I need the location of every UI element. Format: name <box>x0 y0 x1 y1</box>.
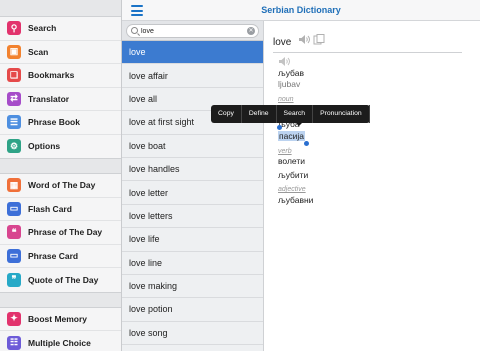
sidebar-item-search[interactable]: ⚲ Search <box>0 17 121 41</box>
selected-text[interactable]: пасија <box>278 131 305 141</box>
search-icon: ⚲ <box>7 21 21 36</box>
sidebar-group-practice: ✦ Boost Memory ☷ Multiple Choice <box>0 306 121 351</box>
phrasebook-icon: ☰ <box>7 115 21 130</box>
sidebar-item-label: Multiple Choice <box>28 337 91 348</box>
define-menu-item[interactable]: Define <box>242 105 277 123</box>
flashcard-icon: ▭ <box>7 201 21 216</box>
sidebar-item-label: Quote of The Day <box>28 274 99 285</box>
sidebar-item-flash-card[interactable]: ▭ Flash Card <box>0 198 121 221</box>
bookmark-icon: ❏ <box>7 68 21 83</box>
gear-icon: ⚙ <box>7 139 21 154</box>
choice-icon: ☷ <box>7 335 21 350</box>
part-of-speech-label: adjective <box>278 186 306 193</box>
speaker-icon[interactable] <box>298 34 310 45</box>
list-item[interactable]: love line <box>122 252 263 275</box>
selection-start-handle[interactable] <box>277 125 282 130</box>
context-menu: Copy Define Search Pronunciation <box>211 105 370 126</box>
phrasecard-icon: ▭ <box>7 248 21 263</box>
sidebar-item-label: Word of The Day <box>28 180 96 191</box>
list-item[interactable]: love making <box>122 275 263 299</box>
search-input[interactable] <box>141 26 241 36</box>
phrase-icon: ❝ <box>7 225 21 240</box>
sidebar-item-label: Bookmarks <box>28 70 75 81</box>
definition-word: љубавни <box>278 195 314 205</box>
list-item[interactable]: love <box>122 41 263 65</box>
quote-icon: ❞ <box>7 272 21 287</box>
definition-word: волети <box>278 156 306 166</box>
calendar-icon: ▦ <box>7 178 21 193</box>
sidebar-item-label: Phrase of The Day <box>28 227 103 238</box>
divider <box>273 52 462 53</box>
top-bar: Serbian Dictionary <box>122 0 480 21</box>
sidebar-item-bookmarks[interactable]: ❏ Bookmarks <box>0 64 121 88</box>
context-menu-arrow <box>295 122 303 126</box>
sidebar-item-quote-of-the-day[interactable]: ❞ Quote of The Day <box>0 268 121 292</box>
sidebar-item-label: Options <box>28 141 61 152</box>
list-item[interactable]: love letter <box>122 181 263 205</box>
sidebar-item-label: Flash Card <box>28 203 72 214</box>
list-item[interactable]: love letters <box>122 205 263 229</box>
sidebar: ⚲ Search ▣ Scan ❏ Bookmarks ⇄ Translator… <box>0 0 122 351</box>
sidebar-item-scan[interactable]: ▣ Scan <box>0 41 121 64</box>
sidebar-item-label: Phrase Card <box>28 250 79 261</box>
sidebar-item-translator[interactable]: ⇄ Translator <box>0 88 121 111</box>
sidebar-item-label: Phrase Book <box>28 117 80 128</box>
sidebar-item-multiple-choice[interactable]: ☷ Multiple Choice <box>0 331 121 351</box>
list-item[interactable]: love life <box>122 228 263 252</box>
transliteration: ljubav <box>278 79 301 89</box>
sidebar-item-phrase-card[interactable]: ▭ Phrase Card <box>0 245 121 268</box>
definition-word: љубав <box>278 68 304 78</box>
list-item[interactable]: love song <box>122 322 263 346</box>
translator-icon: ⇄ <box>7 91 21 106</box>
speaker-icon[interactable] <box>278 56 290 67</box>
list-item[interactable]: love potion <box>122 298 263 322</box>
headword: love <box>273 37 292 48</box>
definition-word-selected[interactable]: пасија <box>278 131 305 141</box>
copy-icon[interactable] <box>313 34 325 45</box>
sidebar-group-daily: ▦ Word of The Day ▭ Flash Card ❝ Phrase … <box>0 173 121 293</box>
part-of-speech-label: noun <box>278 96 294 103</box>
sidebar-item-phrase-book[interactable]: ☰ Phrase Book <box>0 111 121 135</box>
definition-panel: love љубав ljubav noun љуба пасија verb … <box>264 21 480 351</box>
brain-icon: ✦ <box>7 311 21 326</box>
clear-icon[interactable]: ✕ <box>247 27 255 35</box>
search-box: ✕ <box>126 24 259 38</box>
sidebar-item-phrase-of-the-day[interactable]: ❝ Phrase of The Day <box>0 221 121 245</box>
definition-word: љубити <box>278 170 309 180</box>
list-item[interactable]: love affair <box>122 64 263 88</box>
scan-icon: ▣ <box>7 44 21 59</box>
sidebar-item-label: Boost Memory <box>28 313 88 324</box>
search-bar: ✕ <box>122 21 263 41</box>
sidebar-group-main: ⚲ Search ▣ Scan ❏ Bookmarks ⇄ Translator… <box>0 16 121 159</box>
part-of-speech-label: verb <box>278 148 292 155</box>
pronunciation-menu-item[interactable]: Pronunciation <box>313 105 370 123</box>
word-list-panel: ✕ love love affair love all love at firs… <box>122 21 264 351</box>
sidebar-item-label: Search <box>28 23 57 34</box>
sidebar-item-label: Translator <box>28 93 70 104</box>
selection-end-handle[interactable] <box>304 141 309 146</box>
sidebar-item-word-of-the-day[interactable]: ▦ Word of The Day <box>0 174 121 198</box>
sidebar-item-label: Scan <box>28 46 49 57</box>
sidebar-item-boost-memory[interactable]: ✦ Boost Memory <box>0 308 121 331</box>
list-item[interactable]: love boat <box>122 135 263 158</box>
list-item[interactable]: love handles <box>122 158 263 182</box>
search-icon <box>131 27 138 34</box>
copy-menu-item[interactable]: Copy <box>211 105 242 123</box>
page-title: Serbian Dictionary <box>261 5 341 15</box>
sidebar-item-options[interactable]: ⚙ Options <box>0 135 121 159</box>
search-menu-item[interactable]: Search <box>277 105 314 123</box>
